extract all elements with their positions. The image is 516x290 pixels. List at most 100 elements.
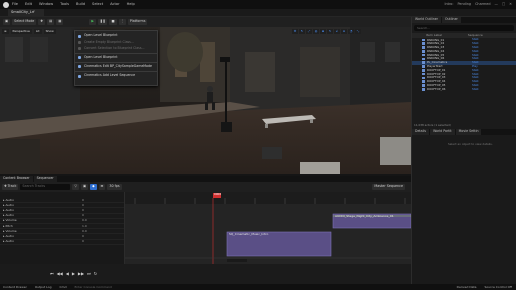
- add-actor-button[interactable]: ✚: [38, 19, 46, 25]
- scale-icon[interactable]: ⤢: [306, 29, 312, 34]
- pause-button[interactable]: ❚❚: [97, 19, 108, 25]
- track-label: Audio: [5, 239, 14, 244]
- stop-button[interactable]: ■: [109, 19, 117, 25]
- prev-key-icon[interactable]: ◀◀: [57, 272, 63, 276]
- rotate-icon[interactable]: ↻: [299, 29, 305, 34]
- select-mode-button[interactable]: Select Mode: [12, 19, 37, 25]
- play-button[interactable]: ▶: [89, 19, 96, 25]
- platforms-label: Platforms: [129, 19, 146, 24]
- platforms-button[interactable]: Platforms: [127, 19, 148, 25]
- viewport-scene: [0, 27, 411, 174]
- track-value[interactable]: 0: [82, 198, 84, 202]
- outliner-list: PARKING_01 Stati PARKING_02 Stati PARKING_03…: [412, 38, 516, 91]
- unreal-logo-icon[interactable]: [3, 1, 9, 8]
- minimize-icon[interactable]: —: [495, 2, 498, 6]
- sequencer-toolbar: ✚ Track Search Tracks ▽ ▣ ◆ ⊞ 30 fps Mas…: [0, 182, 411, 192]
- track-value[interactable]: 0: [82, 208, 84, 212]
- save-button[interactable]: ▣: [3, 19, 11, 25]
- music-section-label[interactable]: SQ_Cinematic_Music_Intro: [229, 233, 268, 236]
- translate-icon[interactable]: ✥: [292, 29, 298, 34]
- tab-world-outliner[interactable]: World Outliner: [412, 17, 441, 23]
- sequencer-track-list: ▸ Audio 0 ▸ Audio 0 ▸ Audio 0 ▸ Audio 0 ▸ Volume…: [0, 192, 125, 264]
- actor-icon: [422, 38, 425, 42]
- outliner-search-input[interactable]: Search...: [414, 25, 514, 31]
- grid-size[interactable]: 5: [327, 29, 333, 34]
- jump-start-icon[interactable]: ⏮: [50, 272, 54, 276]
- menu-edit[interactable]: Edit: [25, 2, 32, 7]
- track-label: Volume: [5, 228, 17, 233]
- source-control-button[interactable]: Source Control Off: [485, 285, 512, 289]
- auto-key-icon[interactable]: ◆: [90, 184, 97, 190]
- menu-window[interactable]: Window: [39, 2, 53, 7]
- user-name[interactable]: Charmed: [475, 2, 490, 6]
- tab-details[interactable]: Details: [412, 129, 430, 135]
- console-input[interactable]: Enter Console Command: [74, 285, 111, 289]
- filter-icon[interactable]: ▽: [72, 184, 79, 190]
- level-viewport[interactable]: [0, 27, 411, 174]
- menu-actor[interactable]: Actor: [110, 2, 119, 7]
- tab-outliner[interactable]: Outliner: [442, 17, 461, 23]
- camera-speed-icon[interactable]: ◔: [348, 29, 354, 34]
- add-track-button[interactable]: ✚ Track: [2, 184, 19, 190]
- viewport-menu-icon[interactable]: ≡: [2, 29, 9, 34]
- playhead-timecode[interactable]: 0000: [214, 193, 221, 196]
- track-label: Audio: [5, 233, 14, 238]
- blueprint-button[interactable]: ▤: [47, 19, 55, 25]
- more-play-options-icon[interactable]: ⋮: [118, 19, 126, 25]
- track-value[interactable]: 0: [82, 240, 84, 243]
- menu-item-3[interactable]: Open Level Blueprint: [75, 55, 157, 61]
- actor-icon: [422, 69, 425, 72]
- track-value[interactable]: 1.0: [82, 224, 87, 228]
- jump-end-icon[interactable]: ⏭: [87, 272, 91, 276]
- cinematics-button[interactable]: ▦: [56, 19, 64, 25]
- derived-data-button[interactable]: Derived Data: [457, 285, 477, 289]
- tab-level[interactable]: SmallCity_Lrf: [8, 9, 44, 17]
- output-log-button[interactable]: Output Log: [35, 285, 52, 289]
- menu-build[interactable]: Build: [76, 2, 85, 7]
- ambience-section-label[interactable]: AUDIO_Stage_Night_City_Ambience_01: [335, 215, 394, 218]
- add-track-label: Track: [7, 184, 17, 189]
- menu-item-4[interactable]: Cinematics Edit BP_CitySampleGameMode: [75, 64, 157, 70]
- sequence-icon: [78, 74, 81, 78]
- show-button[interactable]: Show: [43, 29, 56, 34]
- track-row[interactable]: ▸ Audio 0: [0, 240, 124, 245]
- track-value[interactable]: 0: [82, 203, 84, 207]
- snap-icon[interactable]: ⊞: [320, 29, 326, 34]
- sequence-name[interactable]: Master Sequence: [372, 184, 405, 190]
- track-search-input[interactable]: Search Tracks: [20, 184, 71, 190]
- tab-movie-settings[interactable]: Movie Settin: [455, 129, 482, 135]
- tab-world-partition[interactable]: World Partit: [430, 129, 455, 135]
- next-key-icon[interactable]: ▶▶: [78, 272, 84, 276]
- track-value[interactable]: 0.0: [82, 219, 87, 222]
- outliner-row[interactable]: ROOFTOP_06 Stati: [412, 87, 516, 91]
- world-icon[interactable]: ◍: [313, 29, 319, 34]
- sequencer-timeline[interactable]: SQ_Cinematic_Music_Intro AUDIO_Stage_Nig…: [125, 192, 411, 264]
- perspective-button[interactable]: Perspective: [10, 29, 32, 34]
- menu-item-5-label: Cinematics Add Level Sequence: [84, 73, 136, 78]
- menu-help[interactable]: Help: [127, 2, 135, 7]
- tab-sequencer[interactable]: Sequencer: [33, 176, 57, 182]
- lit-button[interactable]: Lit: [33, 29, 42, 34]
- track-value[interactable]: 0: [82, 214, 84, 217]
- play-icon[interactable]: ▶: [72, 272, 75, 276]
- menu-select[interactable]: Select: [92, 2, 103, 7]
- track-value[interactable]: 0.0: [82, 229, 87, 233]
- close-icon[interactable]: ✕: [509, 2, 512, 6]
- angle-snap-icon[interactable]: ∠: [334, 29, 340, 34]
- actor-icon: [422, 42, 425, 45]
- content-drawer-button[interactable]: Content Drawer: [3, 285, 27, 289]
- col-item-label[interactable]: Item Label: [426, 34, 442, 37]
- tab-content-browser[interactable]: Content Browser: [0, 176, 33, 182]
- menu-tools[interactable]: Tools: [60, 2, 69, 7]
- snap-icon[interactable]: ⊞: [98, 184, 106, 190]
- maximize-viewport-icon[interactable]: ⤡: [355, 29, 361, 34]
- menu-item-5[interactable]: Cinematics Add Level Sequence: [75, 73, 157, 79]
- scale-snap-icon[interactable]: ⊡: [341, 29, 347, 34]
- loop-icon[interactable]: ↻: [94, 272, 97, 276]
- save-sequence-icon[interactable]: ▣: [80, 184, 89, 190]
- maximize-icon[interactable]: □: [502, 2, 505, 6]
- menu-file[interactable]: File: [12, 2, 18, 7]
- reverse-play-icon[interactable]: ◀: [66, 272, 69, 276]
- track-value[interactable]: 0: [82, 234, 84, 238]
- fps-selector[interactable]: 30 fps: [107, 184, 122, 190]
